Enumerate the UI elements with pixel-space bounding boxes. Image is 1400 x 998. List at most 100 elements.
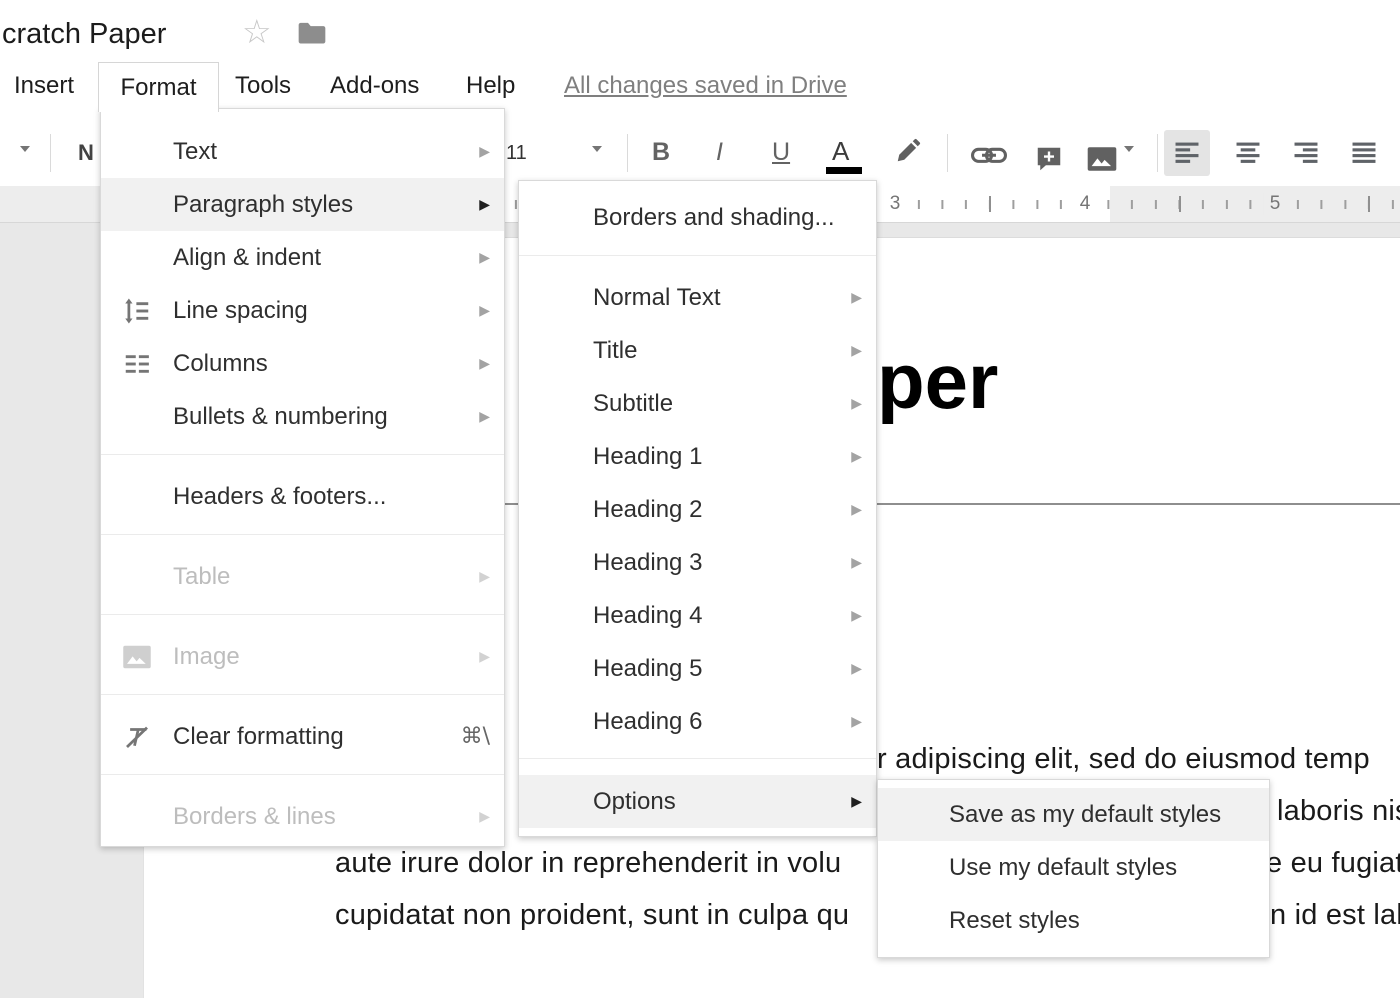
shortcut-label: ⌘\ (461, 724, 490, 749)
toolbar-separator (947, 134, 948, 172)
star-icon[interactable]: ☆ (242, 15, 272, 48)
line-spacing-icon (121, 295, 153, 327)
format-menu-item-text[interactable]: Text ▶ (101, 125, 504, 178)
document-name[interactable]: cratch Paper (2, 18, 166, 51)
submenu-item-heading-2[interactable]: Heading 2 ▶ (519, 483, 876, 536)
menubar-item-addons[interactable]: Add-ons (330, 72, 419, 100)
toolbar-separator (1157, 134, 1158, 172)
submenu-arrow-icon: ▶ (851, 661, 862, 677)
body-text-line: aute irure dolor in reprehenderit in vol… (335, 847, 841, 880)
text-color-button[interactable]: A (832, 136, 849, 167)
menubar-item-tools[interactable]: Tools (235, 72, 291, 100)
image-icon (121, 641, 153, 673)
toolbar-separator (627, 134, 628, 172)
justify-button[interactable] (1341, 130, 1387, 176)
ruler-half-tick (1179, 196, 1181, 212)
submenu-item-reset-styles[interactable]: Reset styles (878, 894, 1269, 947)
submenu-item-heading-6[interactable]: Heading 6 ▶ (519, 695, 876, 748)
insert-link-button[interactable] (970, 142, 1008, 173)
save-status-link[interactable]: All changes saved in Drive (564, 72, 847, 100)
menu-separator (101, 534, 504, 535)
format-menu-item-align-indent[interactable]: Align & indent ▶ (101, 231, 504, 284)
align-center-button[interactable] (1225, 130, 1271, 176)
google-docs-window: per r adipiscing elit, sed do eiusmod te… (0, 0, 1400, 998)
body-text-line: laboris nis (1277, 795, 1400, 828)
submenu-arrow-icon: ▶ (851, 794, 862, 810)
menu-separator (101, 454, 504, 455)
submenu-arrow-icon: ▶ (851, 555, 862, 571)
columns-icon (121, 348, 153, 380)
underline-button[interactable]: U (772, 138, 790, 167)
submenu-arrow-icon: ▶ (851, 396, 862, 412)
submenu-arrow-icon: ▶ (479, 250, 490, 266)
bold-button[interactable]: B (652, 138, 670, 167)
format-menu-item-table: Table ▶ (101, 550, 504, 603)
align-left-button[interactable] (1164, 130, 1210, 176)
options-submenu: Save as my default styles Use my default… (877, 779, 1270, 958)
toolbar-overflow-caret-icon[interactable] (20, 146, 30, 152)
toolbar-separator (50, 134, 51, 172)
submenu-arrow-icon: ▶ (851, 608, 862, 624)
menubar-item-help[interactable]: Help (466, 72, 515, 100)
body-text-line: n id est lab (1270, 899, 1400, 932)
format-menu: Text ▶ Paragraph styles ▶ Align & indent… (100, 108, 505, 847)
font-size-caret-icon[interactable] (592, 146, 602, 152)
document-title-text: per (877, 336, 998, 427)
clear-formatting-icon (121, 721, 153, 753)
menubar-item-format-active[interactable]: Format (98, 62, 219, 112)
submenu-item-subtitle[interactable]: Subtitle ▶ (519, 377, 876, 430)
text-color-swatch (826, 167, 862, 174)
submenu-arrow-icon: ▶ (851, 290, 862, 306)
submenu-arrow-icon: ▶ (851, 502, 862, 518)
body-text-line: e eu fugiat (1266, 847, 1400, 880)
submenu-item-normal-text[interactable]: Normal Text ▶ (519, 271, 876, 324)
ruler-number: 4 (1074, 193, 1097, 215)
submenu-arrow-icon: ▶ (479, 356, 490, 372)
format-menu-item-borders-lines: Borders & lines ▶ (101, 790, 504, 843)
format-menu-item-paragraph-styles[interactable]: Paragraph styles ▶ (101, 178, 504, 231)
format-menu-item-line-spacing[interactable]: Line spacing ▶ (101, 284, 504, 337)
submenu-arrow-icon: ▶ (851, 449, 862, 465)
format-menu-item-columns[interactable]: Columns ▶ (101, 337, 504, 390)
format-menu-item-clear-formatting[interactable]: Clear formatting ⌘\ (101, 710, 504, 763)
ruler-number: 3 (884, 193, 907, 215)
ruler-half-tick (989, 196, 991, 212)
submenu-arrow-icon: ▶ (479, 197, 490, 213)
format-menu-item-image: Image ▶ (101, 630, 504, 683)
align-right-button[interactable] (1283, 130, 1329, 176)
font-size-select[interactable]: 11 (506, 142, 527, 165)
submenu-item-save-default-styles[interactable]: Save as my default styles (878, 788, 1269, 841)
submenu-arrow-icon: ▶ (851, 714, 862, 730)
submenu-item-heading-5[interactable]: Heading 5 ▶ (519, 642, 876, 695)
menu-separator (101, 694, 504, 695)
submenu-item-heading-4[interactable]: Heading 4 ▶ (519, 589, 876, 642)
menubar-item-insert[interactable]: Insert (14, 72, 74, 100)
submenu-arrow-icon: ▶ (479, 409, 490, 425)
insert-comment-button[interactable] (1034, 144, 1064, 179)
submenu-arrow-icon: ▶ (479, 303, 490, 319)
paragraph-style-select[interactable]: N (78, 140, 94, 166)
submenu-item-borders-shading[interactable]: Borders and shading... (519, 189, 876, 247)
submenu-item-heading-1[interactable]: Heading 1 ▶ (519, 430, 876, 483)
insert-image-caret-icon[interactable] (1124, 146, 1134, 152)
folder-icon[interactable] (296, 20, 328, 52)
ruler-half-tick (1368, 196, 1370, 212)
italic-button[interactable]: I (716, 138, 723, 167)
submenu-item-title[interactable]: Title ▶ (519, 324, 876, 377)
submenu-item-use-default-styles[interactable]: Use my default styles (878, 841, 1269, 894)
submenu-arrow-icon: ▶ (479, 809, 490, 825)
body-text-line: r adipiscing elit, sed do eiusmod temp (877, 743, 1370, 776)
submenu-arrow-icon: ▶ (479, 649, 490, 665)
menu-separator (519, 758, 876, 759)
highlight-color-button[interactable] (893, 136, 923, 171)
submenu-item-options[interactable]: Options ▶ (519, 775, 876, 828)
menu-separator (101, 774, 504, 775)
format-menu-item-bullets-numbering[interactable]: Bullets & numbering ▶ (101, 390, 504, 443)
body-text-line: cupidatat non proident, sunt in culpa qu (335, 899, 849, 932)
submenu-item-heading-3[interactable]: Heading 3 ▶ (519, 536, 876, 589)
format-menu-item-headers-footers[interactable]: Headers & footers... (101, 470, 504, 523)
submenu-arrow-icon: ▶ (851, 343, 862, 359)
insert-image-button[interactable] (1086, 146, 1118, 177)
submenu-arrow-icon: ▶ (479, 569, 490, 585)
menu-separator (519, 255, 876, 256)
